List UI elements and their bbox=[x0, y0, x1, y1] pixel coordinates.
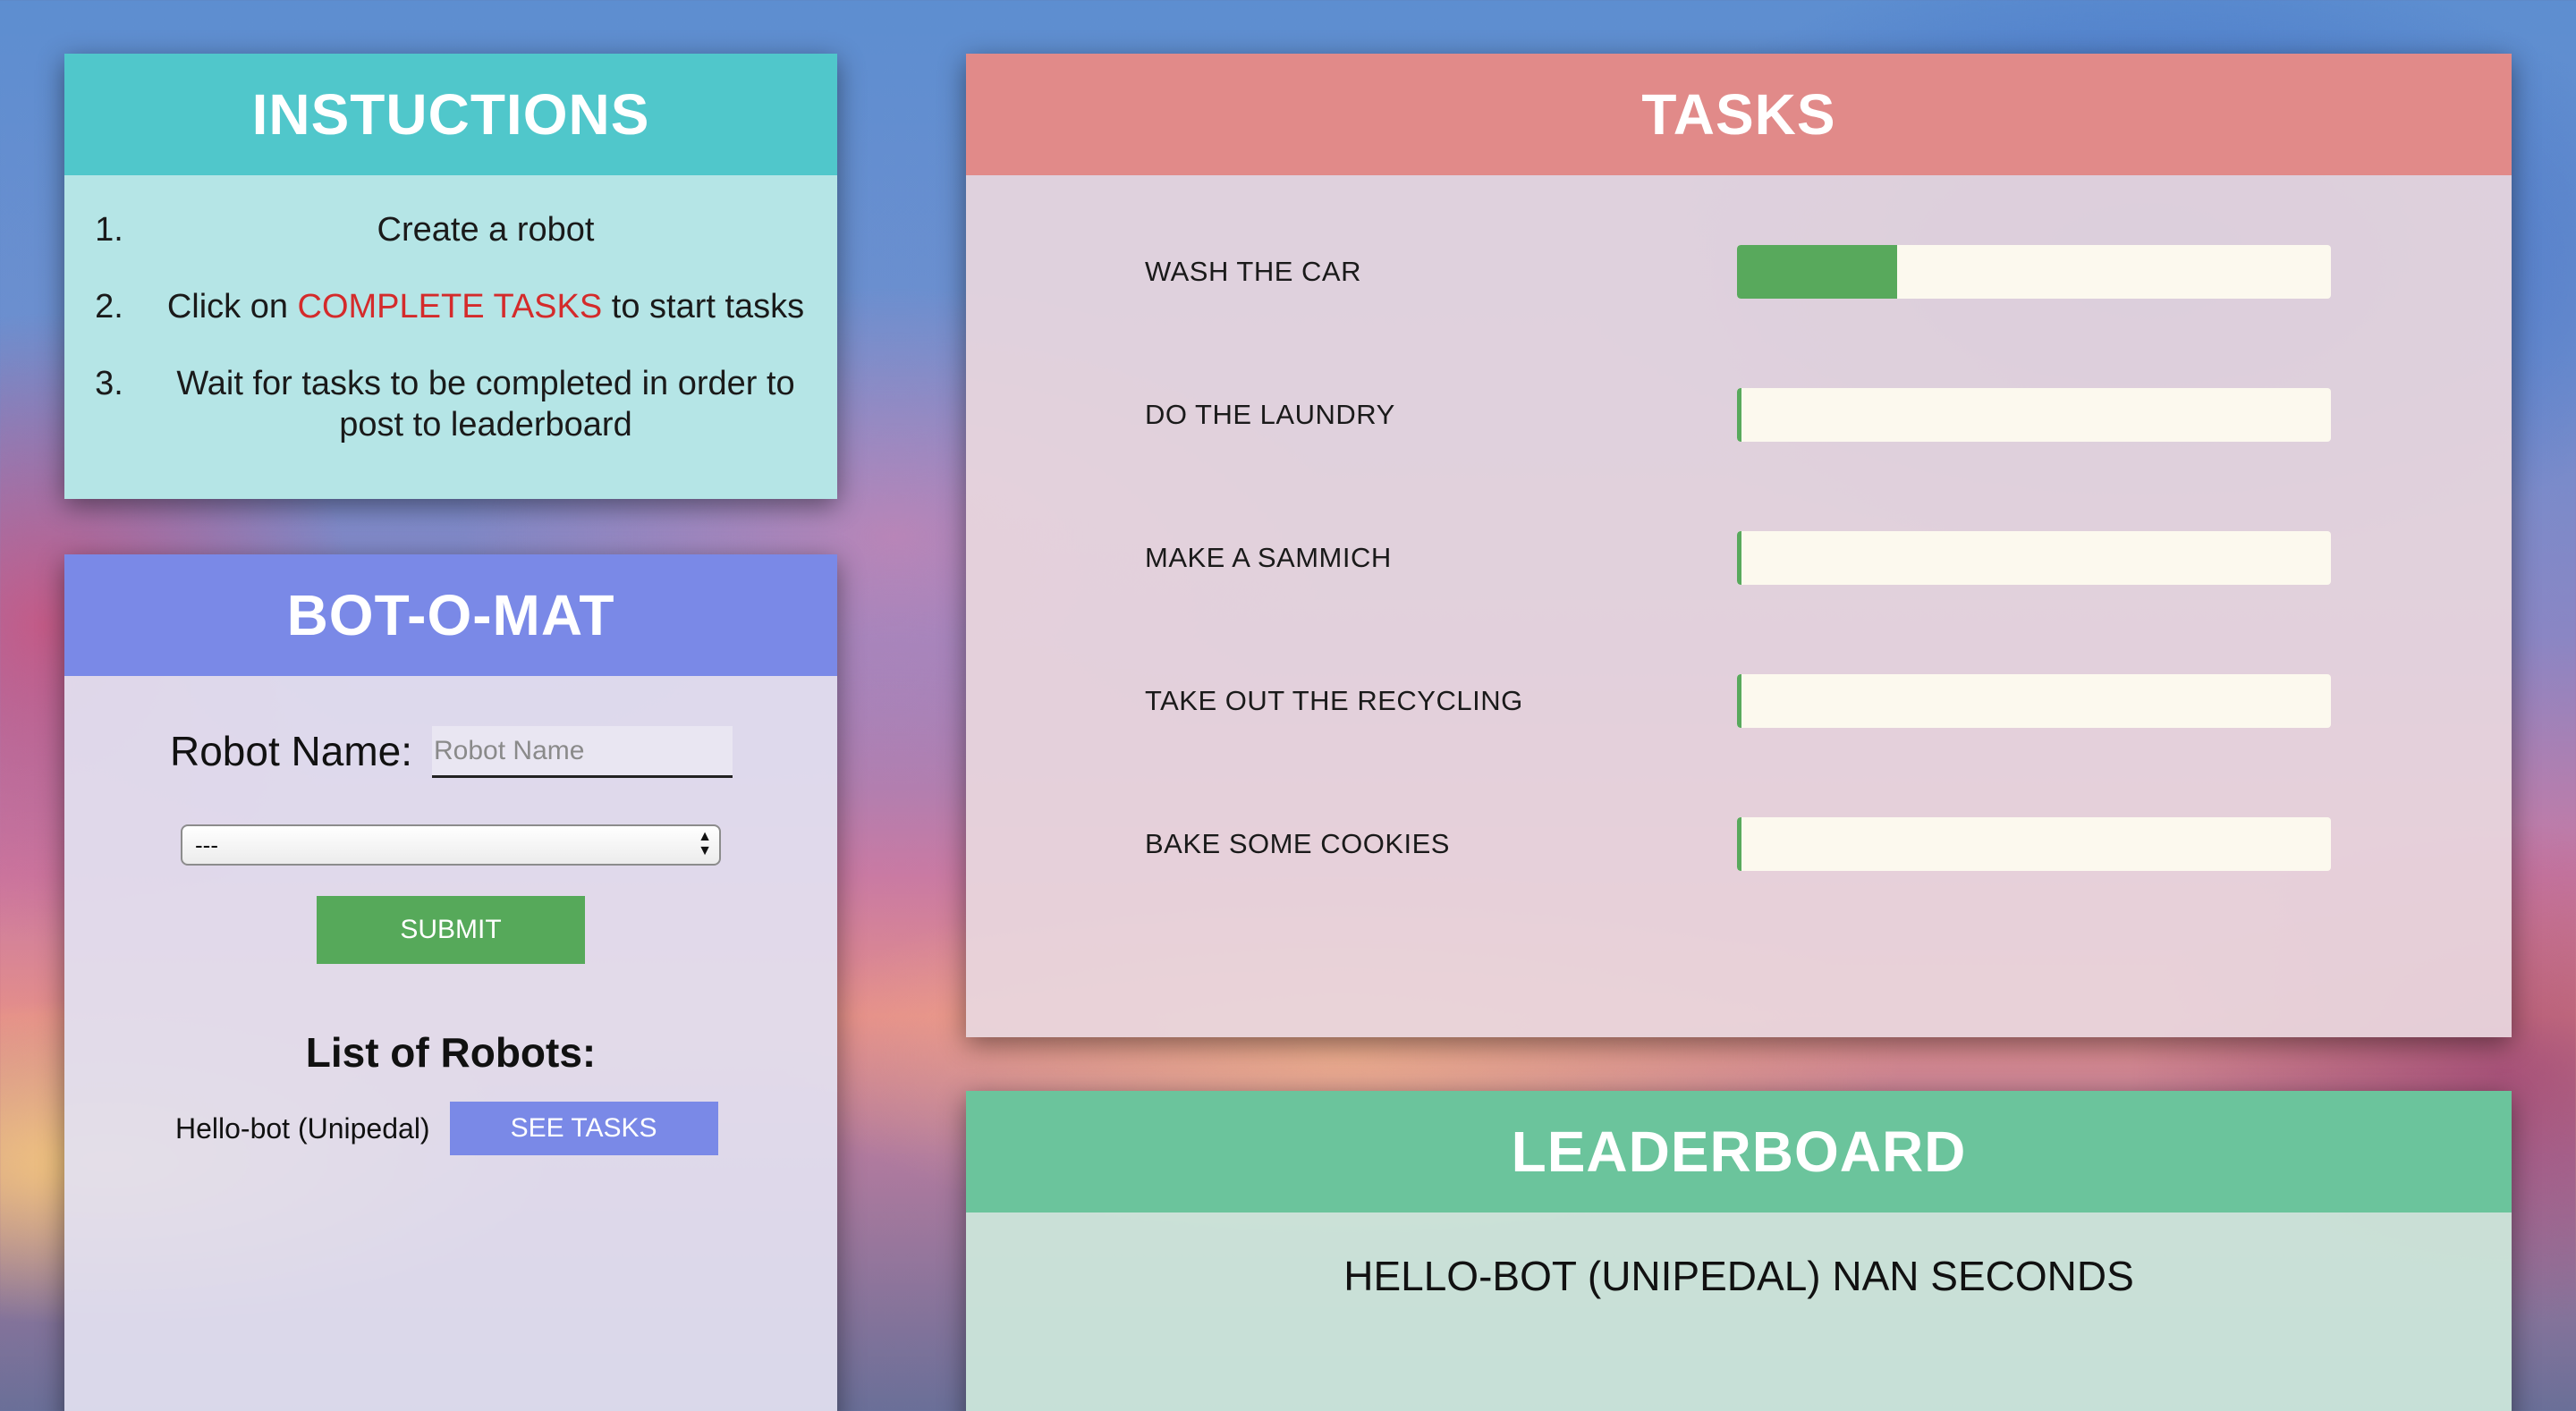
instructions-list: 1. Create a robot 2. Click on COMPLETE T… bbox=[64, 175, 837, 445]
step-text-before: Click on bbox=[166, 288, 298, 325]
task-progress-bar bbox=[1737, 531, 2331, 585]
step-number: 1. bbox=[95, 211, 123, 249]
robot-type-select[interactable]: --- ▲ ▼ bbox=[181, 824, 721, 866]
robot-name-row: Robot Name: bbox=[170, 724, 733, 778]
botomat-panel: BOT-O-MAT Robot Name: --- ▲▼ SUBMIT List… bbox=[64, 554, 837, 1411]
task-progress-fill bbox=[1737, 531, 1741, 585]
task-label: WASH THE CAR bbox=[1145, 256, 1361, 287]
task-row: DO THE LAUNDRY bbox=[1145, 388, 2406, 442]
task-row: MAKE A SAMMICH bbox=[1145, 531, 2406, 585]
instruction-step: 2. Click on COMPLETE TASKS to start task… bbox=[64, 286, 837, 327]
instructions-title: INSTUCTIONS bbox=[64, 54, 837, 175]
task-progress-bar bbox=[1737, 817, 2331, 871]
robot-type-selected-value: --- bbox=[195, 831, 218, 858]
select-arrows-icon: ▲ ▼ bbox=[698, 829, 712, 858]
task-progress-fill bbox=[1737, 817, 1741, 871]
task-row: TAKE OUT THE RECYCLING bbox=[1145, 674, 2406, 728]
complete-tasks-highlight: COMPLETE TASKS bbox=[297, 288, 603, 325]
submit-button[interactable]: SUBMIT bbox=[317, 896, 585, 964]
step-number: 3. bbox=[95, 365, 123, 402]
step-text: Click on COMPLETE TASKS to start tasks bbox=[154, 286, 837, 327]
task-label: BAKE SOME COOKIES bbox=[1145, 828, 1450, 859]
robot-list-title: List of Robots: bbox=[305, 1029, 597, 1076]
leaderboard-panel: LEADERBOARD HELLO-BOT (UNIPEDAL) NAN SEC… bbox=[966, 1091, 2512, 1411]
task-progress-bar bbox=[1737, 388, 2331, 442]
step-text-after: to start tasks bbox=[602, 288, 805, 325]
robot-name: Hello-bot (Unipedal) bbox=[175, 1111, 430, 1145]
task-progress-fill bbox=[1737, 388, 1741, 442]
instructions-panel: INSTUCTIONS 1. Create a robot 2. Click o… bbox=[64, 54, 837, 499]
task-progress-fill bbox=[1737, 674, 1741, 728]
instruction-step: 1. Create a robot bbox=[64, 209, 837, 250]
leaderboard-title: LEADERBOARD bbox=[966, 1091, 2512, 1212]
task-row: BAKE SOME COOKIES bbox=[1145, 817, 2406, 871]
task-row: WASH THE CAR bbox=[1145, 245, 2406, 299]
botomat-title: BOT-O-MAT bbox=[64, 554, 837, 676]
task-label: MAKE A SAMMICH bbox=[1145, 542, 1392, 573]
task-progress-bar bbox=[1737, 245, 2331, 299]
task-label: TAKE OUT THE RECYCLING bbox=[1145, 685, 1523, 716]
robot-list-item: Hello-bot (Unipedal) SEE TASKS bbox=[175, 1102, 718, 1155]
task-label: DO THE LAUNDRY bbox=[1145, 399, 1395, 430]
instruction-step: 3. Wait for tasks to be completed in ord… bbox=[64, 363, 837, 445]
tasks-panel: TASKS WASH THE CAR DO THE LAUNDRY MAKE A… bbox=[966, 54, 2512, 1037]
step-text: Wait for tasks to be completed in order … bbox=[176, 365, 795, 444]
step-text: Create a robot bbox=[377, 211, 595, 249]
leaderboard-entry: HELLO-BOT (UNIPEDAL) NAN SECONDS bbox=[1343, 1253, 2134, 1299]
see-tasks-button[interactable]: SEE TASKS bbox=[449, 1102, 718, 1155]
step-number: 2. bbox=[95, 288, 123, 325]
task-progress-bar bbox=[1737, 674, 2331, 728]
robot-name-input[interactable] bbox=[432, 726, 733, 778]
task-progress-fill bbox=[1737, 245, 1898, 299]
robot-name-label: Robot Name: bbox=[170, 728, 413, 774]
tasks-title: TASKS bbox=[966, 54, 2512, 175]
